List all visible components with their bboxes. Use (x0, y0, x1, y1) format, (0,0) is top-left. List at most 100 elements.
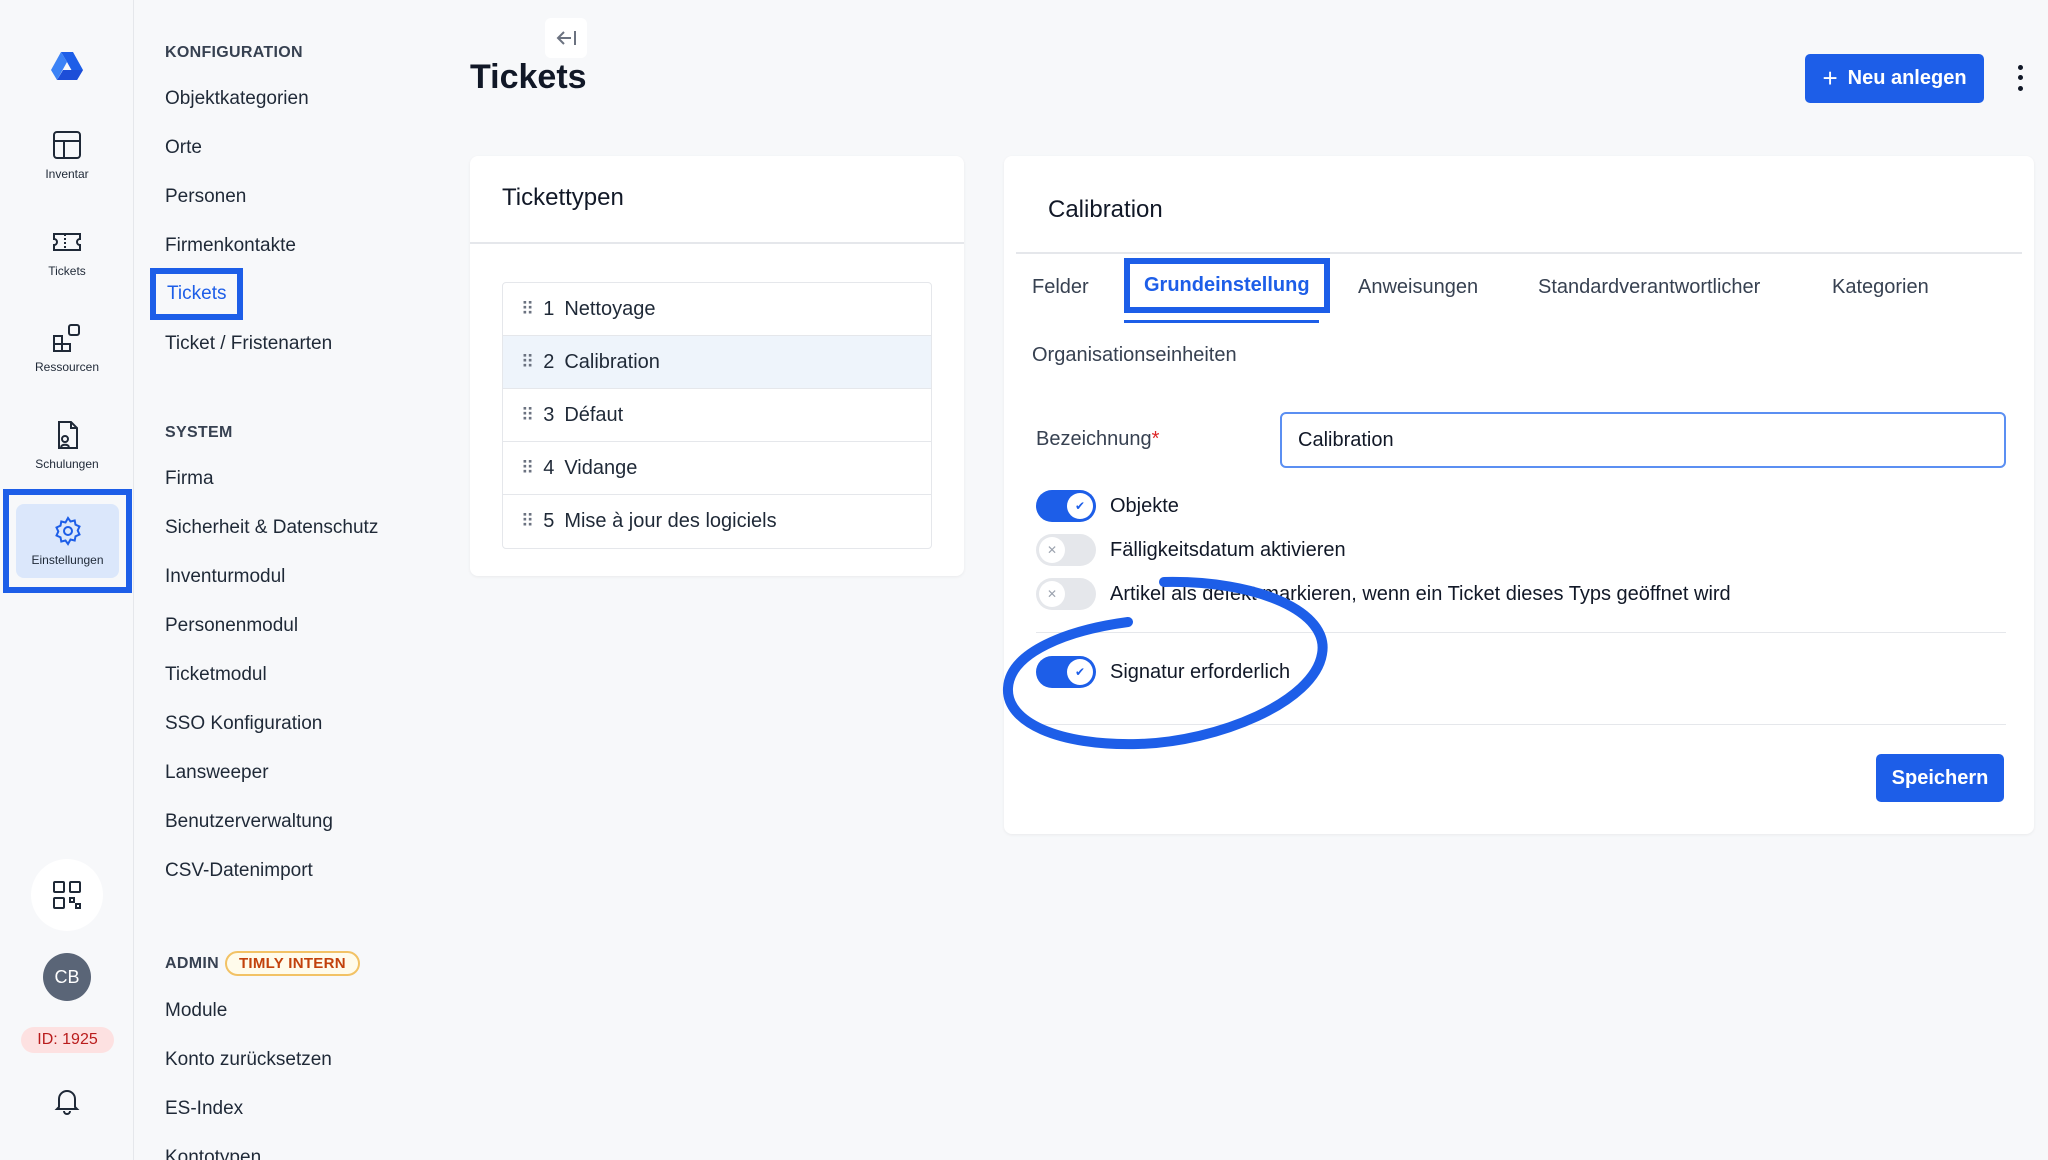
tab-anweisungen[interactable]: Anweisungen (1358, 276, 1478, 299)
toggle-label: Artikel als defekt markieren, wenn ein T… (1110, 582, 1731, 605)
list-item[interactable]: ⠿ 5 Mise à jour des logiciels (503, 495, 931, 548)
list-item[interactable]: ⠿ 2 Calibration (503, 336, 931, 389)
required-marker: * (1151, 428, 1160, 450)
sidebar-item-es-index[interactable]: ES-Index (165, 1098, 243, 1120)
toggle-label: Objekte (1110, 494, 1179, 517)
app-logo-icon[interactable] (47, 48, 87, 88)
rail-item-tickets[interactable]: Tickets (0, 212, 134, 292)
qr-code-button[interactable] (31, 859, 103, 931)
rail-label: Einstellungen (31, 553, 104, 567)
sidebar-item-firma[interactable]: Firma (165, 468, 214, 490)
bell-icon[interactable] (53, 1087, 81, 1115)
ticket-type-detail-card: Calibration Felder Grundeinstellung Anwe… (1004, 156, 2034, 834)
plus-icon: + (1822, 63, 1838, 93)
sidebar-item-tickets[interactable]: Tickets (150, 268, 244, 320)
rail-item-inventar[interactable]: Inventar (0, 115, 134, 195)
tab-grundeinstellung[interactable]: Grundeinstellung (1124, 258, 1330, 313)
sidebar-item-sso[interactable]: SSO Konfiguration (165, 713, 322, 735)
kebab-dot-icon (2017, 75, 2023, 81)
list-item[interactable]: ⠿ 3 Défaut (503, 389, 931, 442)
toggle-row-objekte[interactable]: ✔ Objekte (1036, 490, 1179, 522)
collapse-left-icon (556, 31, 576, 45)
drag-handle-icon[interactable]: ⠿ (521, 352, 534, 373)
sidebar-item-ticketmodul[interactable]: Ticketmodul (165, 664, 267, 686)
toggle-row-faelligkeitsdatum[interactable]: ✕ Fälligkeitsdatum aktivieren (1036, 534, 1346, 566)
sidebar-item-kontotypen[interactable]: Kontotypen (165, 1147, 261, 1160)
sidebar-item-lansweeper[interactable]: Lansweeper (165, 762, 269, 784)
bezeichnung-input[interactable] (1280, 412, 2006, 468)
item-number: 5 (543, 510, 555, 532)
drag-handle-icon[interactable]: ⠿ (521, 511, 534, 532)
inventory-icon (53, 131, 81, 159)
rail-item-einstellungen[interactable]: Einstellungen (3, 489, 132, 593)
rail-label: Tickets (48, 264, 86, 278)
item-name: Calibration (564, 350, 660, 373)
list-item[interactable]: ⠿ 4 Vidange (503, 442, 931, 495)
sidebar-item-csv-import[interactable]: CSV-Datenimport (165, 860, 313, 882)
toggle-switch[interactable]: ✔ (1036, 656, 1096, 688)
divider (1036, 632, 2006, 633)
kebab-dot-icon (2017, 86, 2023, 92)
toggle-switch[interactable]: ✕ (1036, 578, 1096, 610)
list-item[interactable]: ⠿ 1 Nettoyage (503, 283, 931, 336)
ticket-types-title: Tickettypen (502, 184, 624, 211)
item-name: Nettoyage (564, 297, 656, 320)
detail-title: Calibration (1048, 196, 1163, 223)
tab-kategorien[interactable]: Kategorien (1832, 276, 1929, 299)
toggle-label: Signatur erforderlich (1110, 660, 1291, 683)
account-id-badge: ID: 1925 (21, 1027, 114, 1053)
timly-intern-badge: TIMLY INTERN (224, 951, 360, 976)
admin-heading-label: ADMIN (165, 954, 219, 972)
more-menu-button[interactable] (2010, 62, 2030, 94)
page-title: Tickets (470, 58, 587, 96)
item-number: 1 (543, 297, 555, 320)
sidebar-item-personenmodul[interactable]: Personenmodul (165, 615, 298, 637)
sidebar-item-konto-zuruecksetzen[interactable]: Konto zurücksetzen (165, 1049, 332, 1071)
sidebar-item-firmenkontakte[interactable]: Firmenkontakte (165, 235, 296, 257)
section-heading-system: SYSTEM (165, 424, 233, 441)
divider (1016, 252, 2022, 254)
sidebar-item-benutzerverwaltung[interactable]: Benutzerverwaltung (165, 811, 333, 833)
sidebar-item-orte[interactable]: Orte (165, 137, 202, 159)
avatar[interactable]: CB (43, 953, 91, 1001)
sidebar-item-ticket-fristenarten[interactable]: Ticket / Fristenarten (165, 333, 332, 355)
save-button[interactable]: Speichern (1876, 754, 2004, 802)
item-name: Défaut (564, 403, 624, 426)
toggle-row-artikel-defekt[interactable]: ✕ Artikel als defekt markieren, wenn ein… (1036, 578, 1731, 610)
app-rail: Inventar Tickets Ressourcen Schulungen E… (0, 0, 134, 1160)
rail-item-schulungen[interactable]: Schulungen (0, 405, 134, 485)
toggle-switch[interactable]: ✕ (1036, 534, 1096, 566)
sidebar-item-module[interactable]: Module (165, 1000, 227, 1022)
divider (1036, 724, 2006, 725)
toggle-row-signatur[interactable]: ✔ Signatur erforderlich (1036, 656, 1290, 688)
new-button-label: Neu anlegen (1847, 67, 1967, 89)
drag-handle-icon[interactable]: ⠿ (521, 405, 534, 426)
sidebar-item-objektkategorien[interactable]: Objektkategorien (165, 88, 309, 110)
item-number: 4 (543, 456, 555, 479)
rail-label: Schulungen (35, 457, 99, 471)
tab-standardverantwortlicher[interactable]: Standardverantwortlicher (1538, 276, 1760, 299)
collapse-sidebar-button[interactable] (545, 18, 587, 58)
section-heading-admin: ADMIN TIMLY INTERN (165, 951, 360, 976)
gear-icon (54, 516, 81, 546)
ticket-types-list: ⠿ 1 Nettoyage ⠿ 2 Calibration ⠿ 3 Défaut… (502, 282, 932, 549)
toggle-label: Fälligkeitsdatum aktivieren (1110, 538, 1346, 561)
toggle-switch[interactable]: ✔ (1036, 490, 1096, 522)
sidebar-item-sicherheit[interactable]: Sicherheit & Datenschutz (165, 517, 378, 539)
rail-label: Inventar (45, 167, 89, 181)
item-number: 2 (543, 350, 555, 373)
check-icon: ✔ (1067, 659, 1093, 685)
drag-handle-icon[interactable]: ⠿ (521, 458, 534, 479)
field-label-bezeichnung: Bezeichnung* (1036, 428, 1159, 451)
qr-code-icon (53, 881, 81, 909)
rail-item-ressourcen[interactable]: Ressourcen (0, 308, 134, 388)
drag-handle-icon[interactable]: ⠿ (521, 299, 534, 320)
tab-felder[interactable]: Felder (1032, 276, 1089, 299)
ticket-icon (53, 233, 81, 251)
sidebar-item-inventurmodul[interactable]: Inventurmodul (165, 566, 285, 588)
item-name: Vidange (564, 456, 638, 479)
new-button[interactable]: + Neu anlegen (1805, 54, 1984, 103)
sidebar-item-personen[interactable]: Personen (165, 186, 246, 208)
resources-icon (53, 324, 80, 352)
tab-organisationseinheiten[interactable]: Organisationseinheiten (1032, 344, 1237, 367)
